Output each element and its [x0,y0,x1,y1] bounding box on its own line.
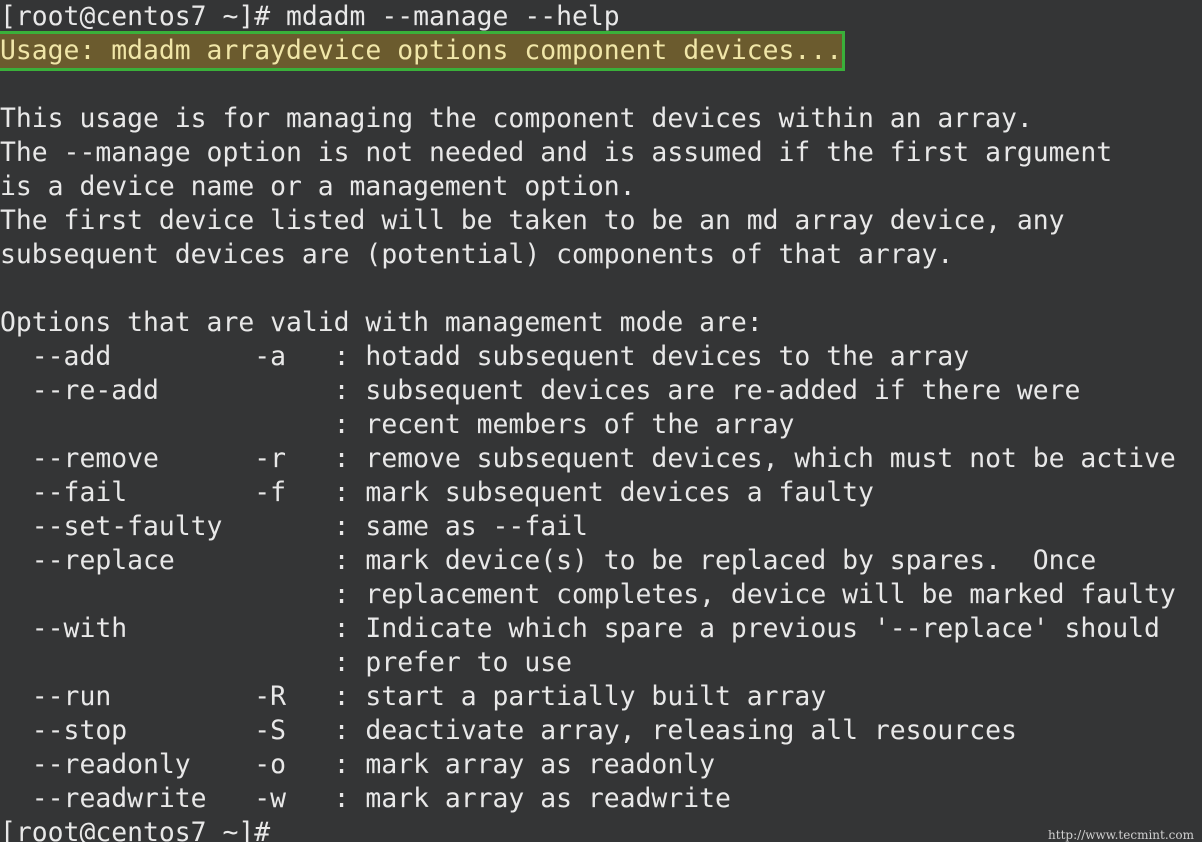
option-re-add-continued: : recent members of the array [0,409,795,440]
terminal-line: is a device name or a management option. [0,171,636,202]
terminal-window[interactable]: [root@centos7 ~]# mdadm --manage --help … [0,0,1202,842]
option-set-faulty: --set-faulty : same as --fail [0,511,588,542]
option-re-add: --re-add : subsequent devices are re-add… [0,375,1081,406]
terminal-command-line: [root@centos7 ~]# mdadm --manage --help [0,1,620,32]
option-with: --with : Indicate which spare a previous… [0,613,1160,644]
option-fail: --fail -f : mark subsequent devices a fa… [0,477,874,508]
terminal-line: The first device listed will be taken to… [0,205,1065,236]
option-stop: --stop -S : deactivate array, releasing … [0,715,1017,746]
option-with-continued: : prefer to use [0,647,572,678]
terminal-prompt[interactable]: [root@centos7 ~]# [0,816,270,842]
terminal-line: The --manage option is not needed and is… [0,137,1113,168]
option-readwrite: --readwrite -w : mark array as readwrite [0,783,731,814]
usage-line-highlighted: Usage: mdadm arraydevice options compone… [0,31,846,71]
terminal-line: This usage is for managing the component… [0,103,1033,134]
option-replace-continued: : replacement completes, device will be … [0,579,1176,610]
option-add: --add -a : hotadd subsequent devices to … [0,341,970,372]
watermark: http://www.tecmint.com [1048,828,1194,842]
option-run: --run -R : start a partially built array [0,681,827,712]
option-remove: --remove -r : remove subsequent devices,… [0,443,1176,474]
terminal-line: subsequent devices are (potential) compo… [0,239,954,270]
options-heading: Options that are valid with management m… [0,307,763,338]
option-readonly: --readonly -o : mark array as readonly [0,749,715,780]
option-replace: --replace : mark device(s) to be replace… [0,545,1097,576]
